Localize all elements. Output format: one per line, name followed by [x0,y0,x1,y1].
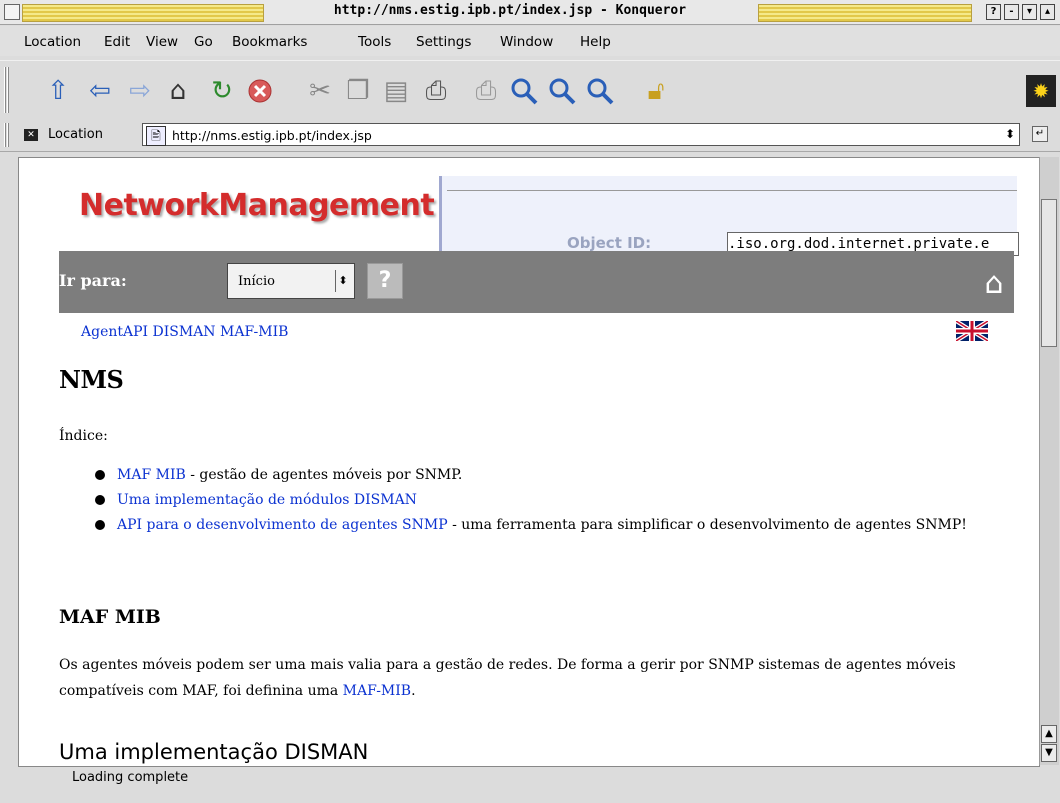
location-bar: ✕ Location 🖹︎ http://nms.estig.ipb.pt/in… [0,119,1060,152]
maf-mib-link[interactable]: MAF-MIB [343,683,411,699]
link-maf-mib[interactable]: MAF-MIB [220,324,288,340]
list-item: Uma implementação de módulos DISMAN [73,488,993,512]
scroll-down-icon[interactable]: ▼ [1041,744,1057,762]
paragraph-end: . [411,683,416,699]
index-label: Índice: [59,428,108,444]
app-screenshot-banner: Object ID: .iso.org.dod.internet.private… [439,176,1019,256]
object-id-label: Object ID: [567,234,652,252]
cut-icon[interactable]: ✂ [304,75,336,107]
goto-select-value: Início [238,274,275,289]
goto-label: Ir para: [59,271,127,290]
select-arrow-icon: ⬍ [335,270,350,292]
location-label: Location [48,127,103,142]
toc-list: MAF MIB - gestão de agentes móveis por S… [73,463,993,538]
help-button[interactable]: ? [986,4,1001,20]
vertical-scrollbar[interactable]: ▲ ▼ [1039,157,1059,765]
favicon-icon: 🖹︎ [146,126,166,146]
toc-text: - gestão de agentes móveis por SNMP. [185,467,463,483]
banner-tabs [447,176,1017,191]
zoom-in-icon[interactable] [508,75,540,107]
link-agentapi[interactable]: AgentAPI [81,324,148,340]
site-logo: NetworkManagement [79,188,435,223]
status-bar: Loading complete [0,768,1060,803]
clear-location-icon[interactable]: ✕ [24,129,38,141]
home-icon[interactable]: ⌂ [977,267,1011,301]
menu-settings[interactable]: Settings [416,34,471,50]
maximize-button[interactable]: ▴ [1040,4,1055,20]
status-text: Loading complete [72,770,189,785]
scrollbar-thumb[interactable] [1041,199,1057,347]
toc-link[interactable]: API para o desenvolvimento de agentes SN… [117,517,448,533]
list-item: API para o desenvolvimento de agentes SN… [73,513,993,537]
topic-links: AgentAPI DISMAN MAF-MIB [81,324,288,340]
toc-text: - uma ferramenta para simplificar o dese… [447,517,967,533]
copy-icon[interactable]: ❐ [342,75,374,107]
english-flag-icon[interactable] [956,321,988,341]
title-stripes [758,4,972,22]
forward-arrow-icon[interactable]: ⇨ [124,75,156,107]
help-icon[interactable]: ? [367,263,403,299]
print-frame-icon[interactable]: ⎙ [470,75,502,107]
location-history-dropdown-icon[interactable]: ⬍ [1004,126,1016,143]
menu-window[interactable]: Window [500,34,553,50]
menu-view[interactable]: View [146,34,178,50]
window-menu-button[interactable] [4,4,20,20]
reload-icon[interactable]: ↻ [206,75,238,107]
title-stripes [22,4,264,22]
security-lock-icon[interactable]: 🔓︎ [640,75,672,107]
page-title: NMS [59,365,124,394]
konqueror-window: http://nms.estig.ipb.pt/index.jsp - Konq… [0,0,1060,803]
link-disman[interactable]: DISMAN [153,324,216,340]
goto-select[interactable]: Início ⬍ [227,263,355,299]
shade-button[interactable]: ▾ [1022,4,1037,20]
locationbar-grip[interactable] [4,123,10,147]
go-icon[interactable]: ↵ [1032,126,1048,142]
toc-link[interactable]: MAF MIB [117,467,186,483]
stop-icon[interactable] [244,75,276,107]
menu-go[interactable]: Go [194,34,213,50]
menu-bookmarks[interactable]: Bookmarks [232,34,307,50]
section-paragraph: Os agentes móveis podem ser uma mais val… [59,652,989,704]
menu-edit[interactable]: Edit [104,34,130,50]
toolbar-grip[interactable] [4,67,10,113]
section-heading: MAF MIB [59,606,161,628]
location-url[interactable]: http://nms.estig.ipb.pt/index.jsp [172,128,372,143]
menu-bar: Location Edit View Go Bookmarks Tools Se… [0,26,1060,56]
scroll-up-icon[interactable]: ▲ [1041,725,1057,743]
section-heading: Uma implementação DISMAN [59,740,369,764]
paste-icon[interactable]: ▤ [380,75,412,107]
minimize-button[interactable]: - [1004,4,1019,20]
menu-help[interactable]: Help [580,34,611,50]
menu-location[interactable]: Location [24,34,81,50]
main-toolbar: ⇧ ⇦ ⇨ ⌂ ↻ ✂ ❐ ▤ ⎙ ⎙ 🔓︎ ✹ [0,60,1060,120]
menu-tools[interactable]: Tools [358,34,391,50]
back-arrow-icon[interactable]: ⇦ [84,75,116,107]
paragraph-text: Os agentes móveis podem ser uma mais val… [59,657,956,699]
list-item: MAF MIB - gestão de agentes móveis por S… [73,463,993,487]
up-arrow-icon[interactable]: ⇧ [42,75,74,107]
zoom-out-icon[interactable] [584,75,616,107]
print-icon[interactable]: ⎙ [420,75,452,107]
toc-link[interactable]: Uma implementação de módulos DISMAN [117,492,417,508]
home-icon[interactable]: ⌂ [162,75,194,107]
page-view: NetworkManagement Object ID: .iso.org.do… [18,157,1040,767]
title-bar: http://nms.estig.ipb.pt/index.jsp - Konq… [0,0,1060,25]
kde-gear-icon[interactable]: ✹ [1026,75,1056,107]
zoom-icon[interactable] [546,75,578,107]
window-title: http://nms.estig.ipb.pt/index.jsp - Konq… [333,3,687,18]
nav-bar: Ir para: Início ⬍ ? ⌂ [59,251,1014,313]
